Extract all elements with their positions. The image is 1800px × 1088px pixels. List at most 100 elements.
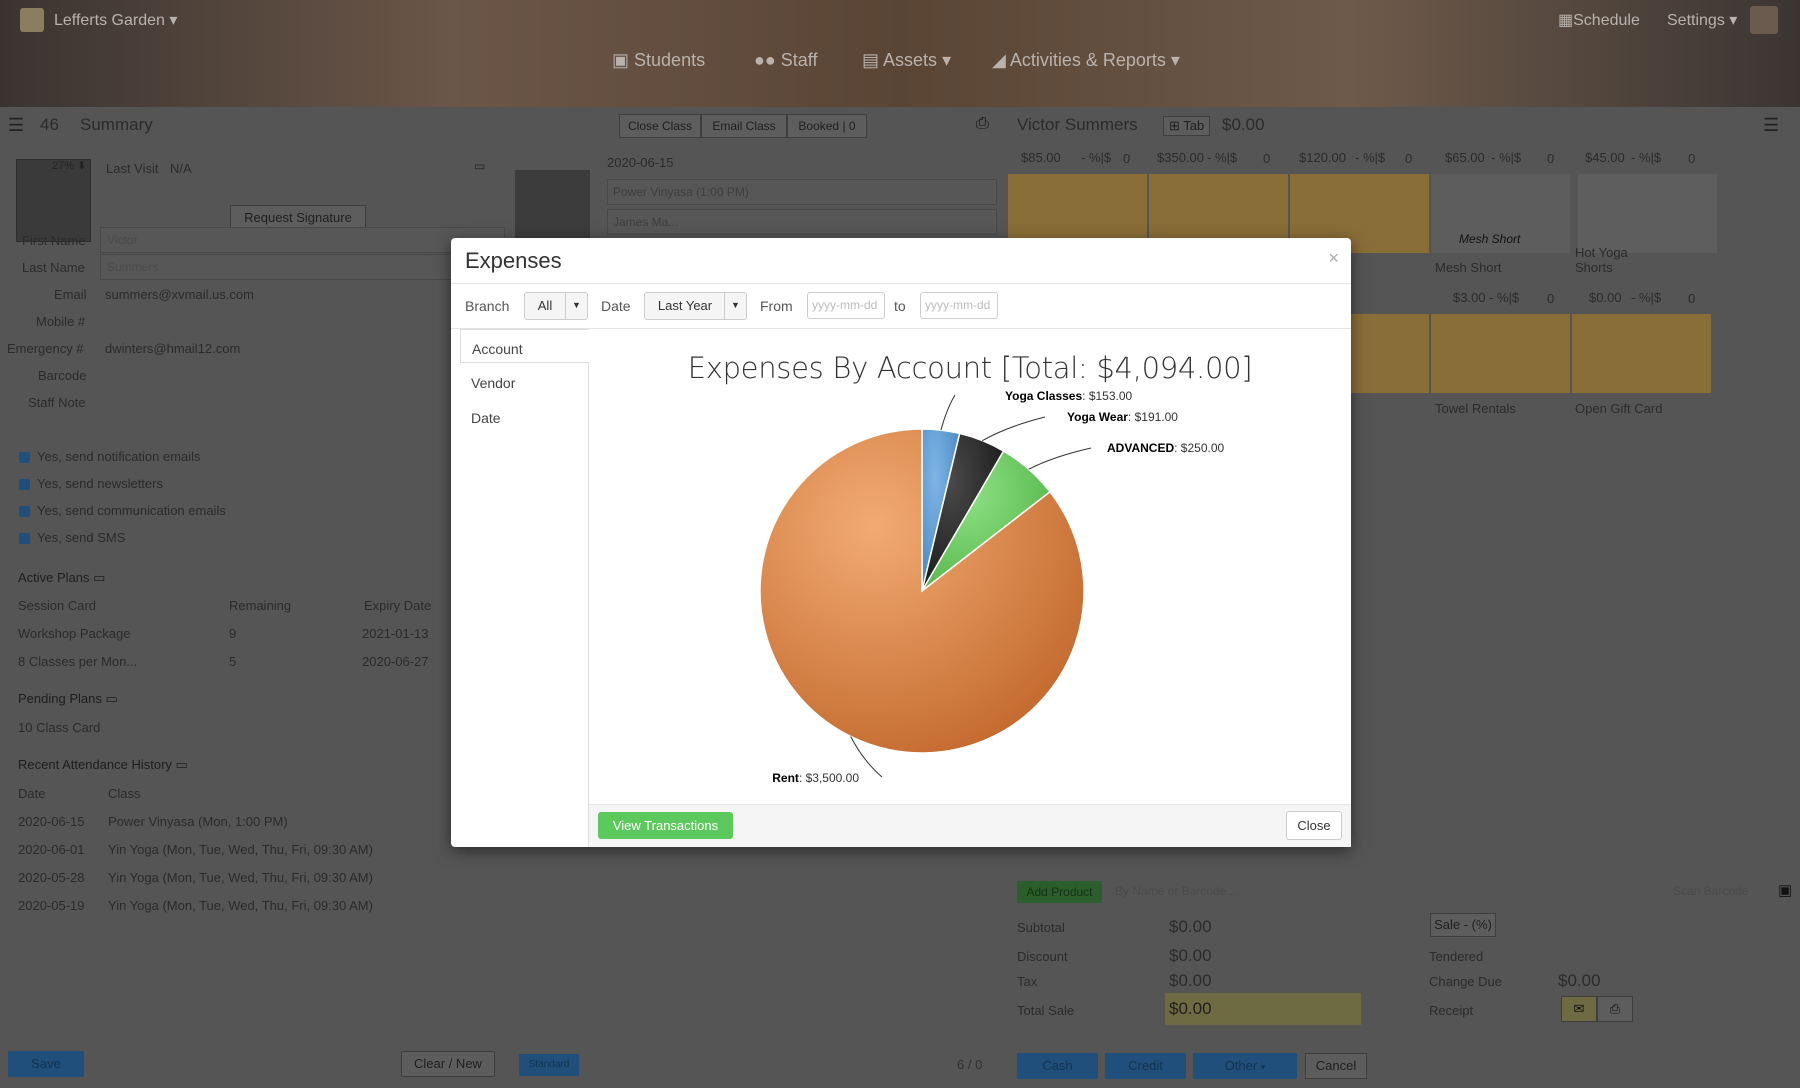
hot-yoga-label: Hot Yoga Shorts [1575,245,1628,275]
from-date-input[interactable]: yyyy-mm-dd [807,292,885,319]
history-class[interactable]: Yin Yoga (Mon, Tue, Wed, Thu, Fri, 09:30… [108,898,373,913]
price-4: $65.00 [1445,150,1485,165]
nav-label: Staff [780,50,818,70]
nav-assets[interactable]: ▤ Assets ▾ [862,50,951,71]
communication-checkbox[interactable] [19,506,30,517]
booked-button[interactable]: Booked | 0 [787,114,867,138]
tab-date[interactable]: Date [460,399,589,433]
qty-4: 0 [1547,151,1555,166]
save-button[interactable]: Save [8,1051,84,1077]
email-class-button[interactable]: Email Class [701,114,787,138]
view-transactions-button[interactable]: View Transactions [598,812,733,839]
caret-down-icon: ▼ [724,293,746,319]
tab-account[interactable]: Account [460,329,589,363]
product-search-input[interactable]: By Name or Barcode... [1115,884,1236,898]
schedule-label: Schedule [1573,12,1640,29]
to-date-input[interactable]: yyyy-mm-dd [920,292,998,319]
pending-plan[interactable]: 10 Class Card [18,720,100,735]
close-button[interactable]: Close [1286,811,1342,840]
id-card-icon[interactable]: ▭ [176,757,188,772]
envelope-icon: ✉ [1573,1001,1585,1016]
id-card-icon[interactable]: ▭ [105,691,117,706]
cash-button[interactable]: Cash [1017,1053,1098,1079]
modal-close-icon[interactable]: × [1328,248,1339,269]
discount-4[interactable]: - %|$ [1491,150,1521,165]
product-tile-gift-card[interactable] [1572,314,1711,393]
tab-label: Tab [1183,118,1205,133]
staff-note-label: Staff Note [28,395,86,410]
clear-new-button[interactable]: Clear / New [401,1051,495,1077]
plan-name[interactable]: 8 Classes per Mon... [18,654,137,669]
collapse-left-icon[interactable]: ☰ [8,115,24,136]
discount-9[interactable]: - %|$ [1631,290,1661,305]
sale-discount-dropdown[interactable]: Sale - (%) [1430,913,1496,937]
newsletter-checkbox[interactable] [19,479,30,490]
discount-8[interactable]: - %|$ [1489,290,1519,305]
plan-name[interactable]: Workshop Package [18,626,131,641]
class-select[interactable]: Power Vinyasa (1:00 PM) [607,179,997,205]
last-name-input[interactable]: Summers [100,254,505,280]
collapse-right-icon[interactable]: ☰ [1763,115,1779,136]
user-avatar[interactable] [1750,6,1778,34]
price-2: $350.00 [1157,150,1204,165]
id-card-icon[interactable]: ▭ [93,570,105,585]
first-name-placeholder: Victor [107,233,138,247]
product-tile-hot-yoga[interactable] [1578,174,1717,253]
standard-badge[interactable]: Standard [519,1054,579,1076]
nav-staff[interactable]: ●● Staff [754,50,817,71]
settings-menu[interactable]: Settings ▾ [1667,10,1737,30]
subtotal-label: Subtotal [1017,920,1065,935]
scan-barcode-input[interactable]: Scan Barcode [1673,884,1748,898]
add-product-button[interactable]: Add Product [1017,881,1102,903]
print-icon[interactable]: ⎙ [976,115,989,133]
instructor-select[interactable]: James Ma... [607,209,997,235]
email-receipt-button[interactable]: ✉ [1561,996,1597,1022]
discount-3[interactable]: - %|$ [1355,150,1385,165]
price-8: $3.00 [1453,290,1486,305]
calendar-icon: ▦ [1558,12,1574,29]
history-col-class: Class [108,786,141,801]
product-tile-mesh-short[interactable]: Mesh Short [1431,174,1570,253]
email-value[interactable]: summers@xvmail.us.com [105,287,254,302]
schedule-link[interactable]: ▦Schedule [1558,10,1640,30]
date-range-select[interactable]: Last Year ▼ [644,292,747,320]
close-class-button[interactable]: Close Class [619,114,701,138]
nav-students[interactable]: ▣ Students [612,50,705,71]
studio-switcher[interactable]: Lefferts Garden ▾ [54,10,177,30]
credit-button[interactable]: Credit [1105,1053,1186,1079]
history-class[interactable]: Yin Yoga (Mon, Tue, Wed, Thu, Fri, 09:30… [108,870,373,885]
notification-checkbox[interactable] [19,452,30,463]
other-button[interactable]: Other ▾ [1193,1053,1297,1079]
tab-vendor[interactable]: Vendor [460,364,589,398]
sms-checkbox[interactable] [19,533,30,544]
product-tile-towel[interactable] [1431,314,1570,393]
tab-button[interactable]: ⊞ Tab [1163,116,1211,136]
discount-1[interactable]: - %|$ [1081,150,1111,165]
discount-2[interactable]: - %|$ [1207,150,1237,165]
pie-label: Rent: $3,500.00 [772,771,859,785]
save-disk-icon[interactable]: ▣ [1778,881,1792,899]
panel-title: Summary [80,115,153,134]
history-class[interactable]: Yin Yoga (Mon, Tue, Wed, Thu, Fri, 09:30… [108,842,373,857]
tab-account-label: Account [472,341,523,357]
branch-select[interactable]: All ▼ [524,292,588,320]
cancel-button[interactable]: Cancel [1305,1053,1367,1079]
communication-label: Yes, send communication emails [37,503,226,518]
emergency-value[interactable]: dwinters@hmail12.com [105,341,240,356]
last-name-label: Last Name [22,260,85,275]
active-plans-title: Active Plans ▭ [18,570,105,586]
first-name-input[interactable]: Victor [100,227,505,253]
qty-1: 0 [1123,151,1131,166]
price-3: $120.00 [1299,150,1346,165]
discount-5[interactable]: - %|$ [1631,150,1661,165]
print-receipt-button[interactable]: ⎙ [1597,996,1633,1022]
history-class[interactable]: Power Vinyasa (Mon, 1:00 PM) [108,814,288,829]
mesh-short-image-text: Mesh Short [1459,232,1521,246]
id-card-icon[interactable]: ▭ [474,159,485,173]
qty-5: 0 [1688,151,1696,166]
nav-activities-reports[interactable]: ◢ Activities & Reports ▾ [992,50,1180,71]
pie-label: Yoga Classes: $153.00 [1005,389,1133,403]
studio-logo[interactable] [20,8,44,32]
plan-expiry: 2021-01-13 [362,626,429,641]
caret-down-icon: ▼ [565,293,587,319]
